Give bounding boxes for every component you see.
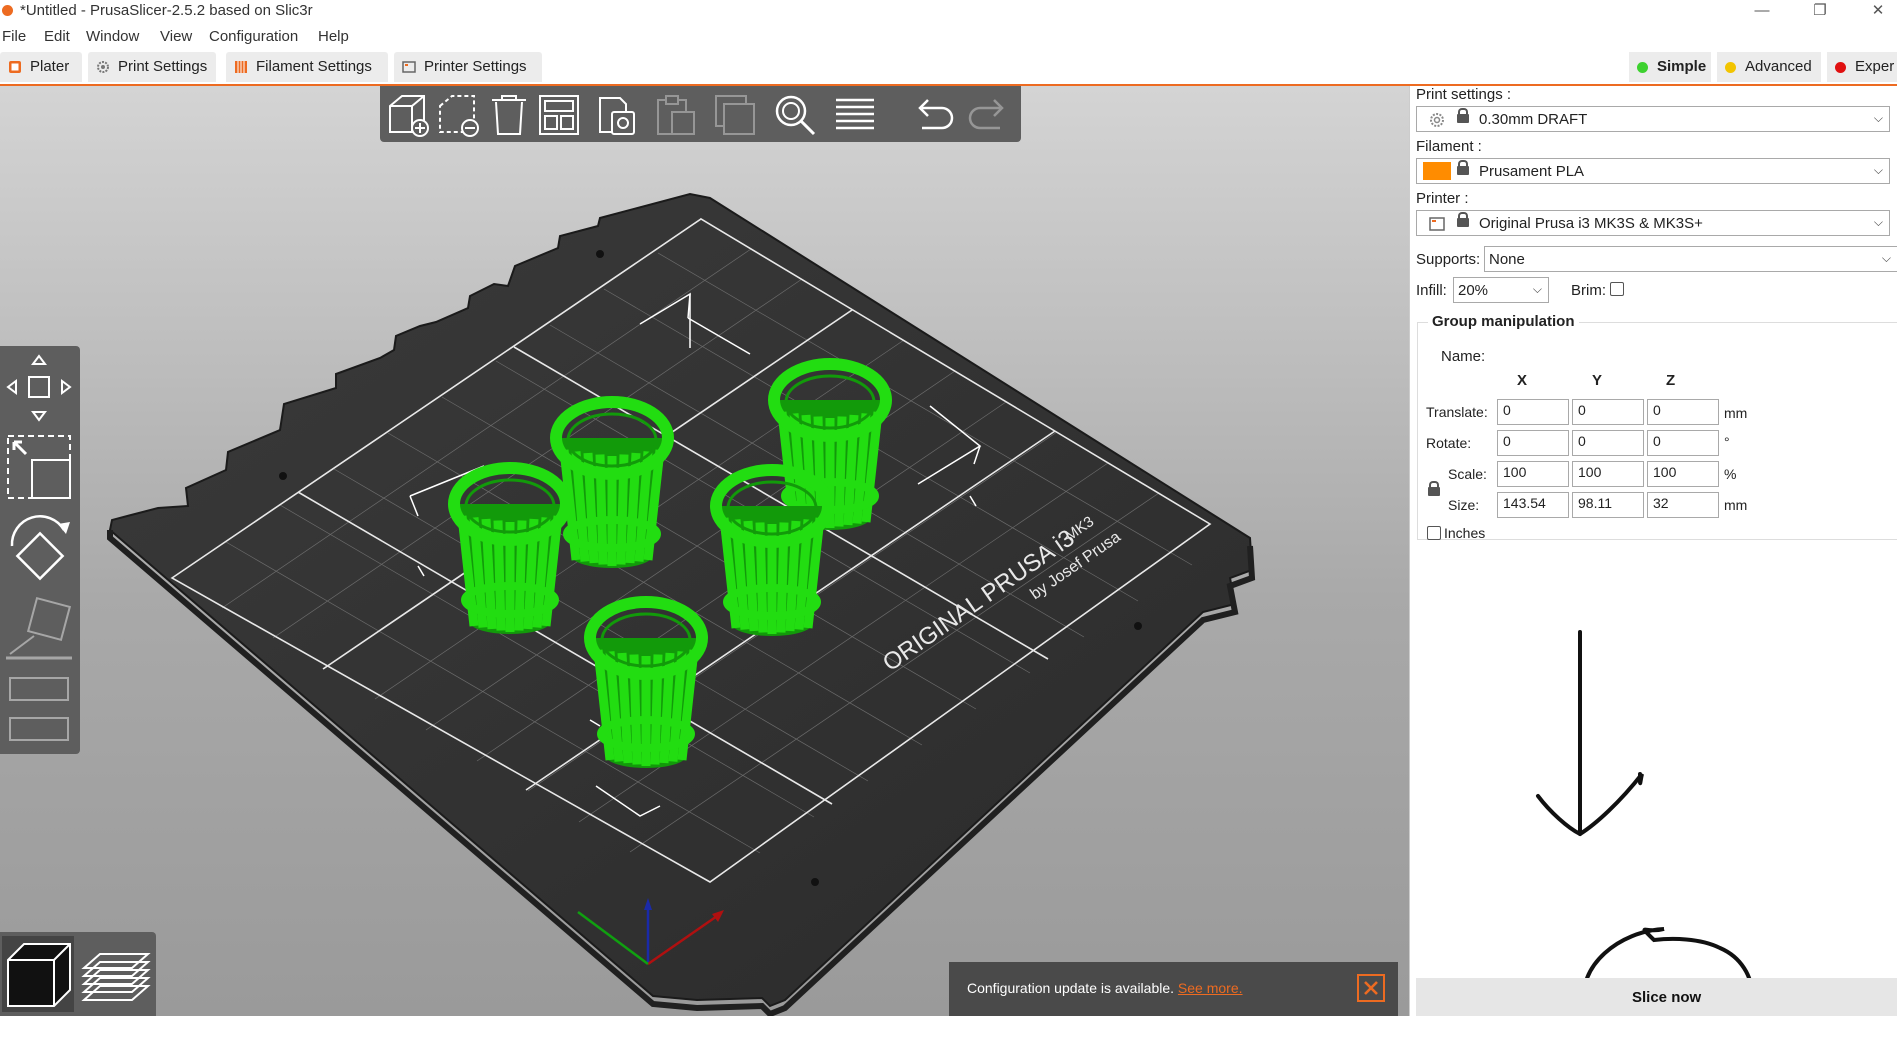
mode-advanced[interactable]: Advanced bbox=[1717, 52, 1821, 82]
mode-expert-label: Exper bbox=[1855, 58, 1895, 75]
copy-icon[interactable] bbox=[596, 92, 642, 138]
tab-printer-settings-label: Printer Settings bbox=[424, 58, 527, 75]
tab-bar: Plater Print Settings Filament Settings … bbox=[0, 50, 1897, 86]
app-logo-icon bbox=[2, 5, 13, 16]
paste-icon[interactable] bbox=[652, 92, 698, 138]
filament-icon bbox=[235, 61, 247, 73]
left-toolbar bbox=[0, 346, 80, 754]
tab-filament-settings-label: Filament Settings bbox=[256, 58, 372, 75]
delete-all-icon[interactable] bbox=[486, 92, 532, 138]
3d-viewport[interactable]: ORIGINAL PRUSA i3 MK3 by Josef Prusa Con… bbox=[0, 86, 1409, 1016]
restore-button[interactable]: ❐ bbox=[1802, 0, 1838, 24]
close-window-button[interactable]: ✕ bbox=[1860, 0, 1896, 24]
minimize-button[interactable]: — bbox=[1744, 0, 1780, 24]
slice-now-button[interactable]: Slice now bbox=[1416, 978, 1897, 1016]
arrange-icon[interactable] bbox=[536, 92, 582, 138]
menu-view[interactable]: View bbox=[160, 28, 192, 45]
slice-now-label: Slice now bbox=[1632, 989, 1702, 1006]
search-icon[interactable] bbox=[772, 92, 818, 138]
menu-edit[interactable]: Edit bbox=[44, 28, 70, 45]
menu-help[interactable]: Help bbox=[318, 28, 349, 45]
printer-icon bbox=[402, 61, 416, 73]
tab-printer-settings[interactable]: Printer Settings bbox=[394, 52, 542, 82]
notification-message: Configuration update is available. bbox=[967, 980, 1175, 996]
cut-icon[interactable] bbox=[4, 672, 74, 706]
rotate-icon[interactable] bbox=[4, 510, 74, 586]
bed-hole bbox=[279, 472, 287, 480]
mode-simple[interactable]: Simple bbox=[1629, 52, 1711, 82]
view-toggle bbox=[0, 932, 156, 1016]
delete-icon[interactable] bbox=[436, 92, 482, 138]
expert-dot-icon bbox=[1835, 62, 1846, 73]
3d-view-icon[interactable] bbox=[2, 936, 74, 1012]
bottom-strip bbox=[0, 1016, 1897, 1059]
print-bed bbox=[108, 192, 1254, 1008]
see-more-link[interactable]: See more. bbox=[1178, 980, 1243, 996]
menu-configuration[interactable]: Configuration bbox=[209, 28, 298, 45]
mode-expert[interactable]: Exper bbox=[1827, 52, 1897, 82]
mode-simple-label: Simple bbox=[1657, 58, 1707, 75]
tab-print-settings-label: Print Settings bbox=[118, 58, 208, 75]
title-bar: *Untitled - PrusaSlicer-2.5.2 based on S… bbox=[0, 0, 1897, 24]
redo-icon[interactable] bbox=[966, 92, 1012, 138]
scale-icon[interactable] bbox=[4, 432, 74, 502]
bed-hole bbox=[596, 250, 604, 258]
plater-icon bbox=[9, 61, 21, 73]
undo-icon[interactable] bbox=[910, 92, 956, 138]
window-title: *Untitled - PrusaSlicer-2.5.2 based on S… bbox=[20, 2, 313, 19]
notification-popup: Configuration update is available. See m… bbox=[949, 962, 1398, 1016]
menu-window[interactable]: Window bbox=[86, 28, 139, 45]
move-icon[interactable] bbox=[4, 352, 74, 424]
menu-file[interactable]: File bbox=[2, 28, 26, 45]
layers-editing-icon[interactable] bbox=[832, 92, 878, 138]
close-icon[interactable] bbox=[1357, 974, 1385, 1002]
tab-plater-label: Plater bbox=[30, 58, 70, 75]
tab-filament-settings[interactable]: Filament Settings bbox=[226, 52, 388, 82]
mode-advanced-label: Advanced bbox=[1745, 58, 1812, 75]
preview-icon[interactable] bbox=[80, 938, 152, 1010]
bed-hole bbox=[811, 878, 819, 886]
support-paint-icon[interactable] bbox=[4, 712, 74, 746]
place-on-face-icon[interactable] bbox=[4, 596, 74, 662]
simple-dot-icon bbox=[1637, 62, 1648, 73]
add-icon[interactable] bbox=[386, 92, 432, 138]
add-instance-icon[interactable] bbox=[712, 92, 758, 138]
top-toolbar bbox=[380, 86, 1021, 142]
tab-print-settings[interactable]: Print Settings bbox=[88, 52, 216, 82]
tab-plater[interactable]: Plater bbox=[0, 52, 82, 82]
print-bed-scene: ORIGINAL PRUSA i3 MK3 by Josef Prusa bbox=[107, 192, 1256, 1016]
bed-hole bbox=[1134, 622, 1142, 630]
gear-icon bbox=[97, 61, 109, 73]
advanced-dot-icon bbox=[1725, 62, 1736, 73]
sidebar: Print settings : 0.30mm DRAFT ⌵ Filament… bbox=[1409, 86, 1897, 1016]
annotation-drawing bbox=[1536, 630, 1755, 1016]
